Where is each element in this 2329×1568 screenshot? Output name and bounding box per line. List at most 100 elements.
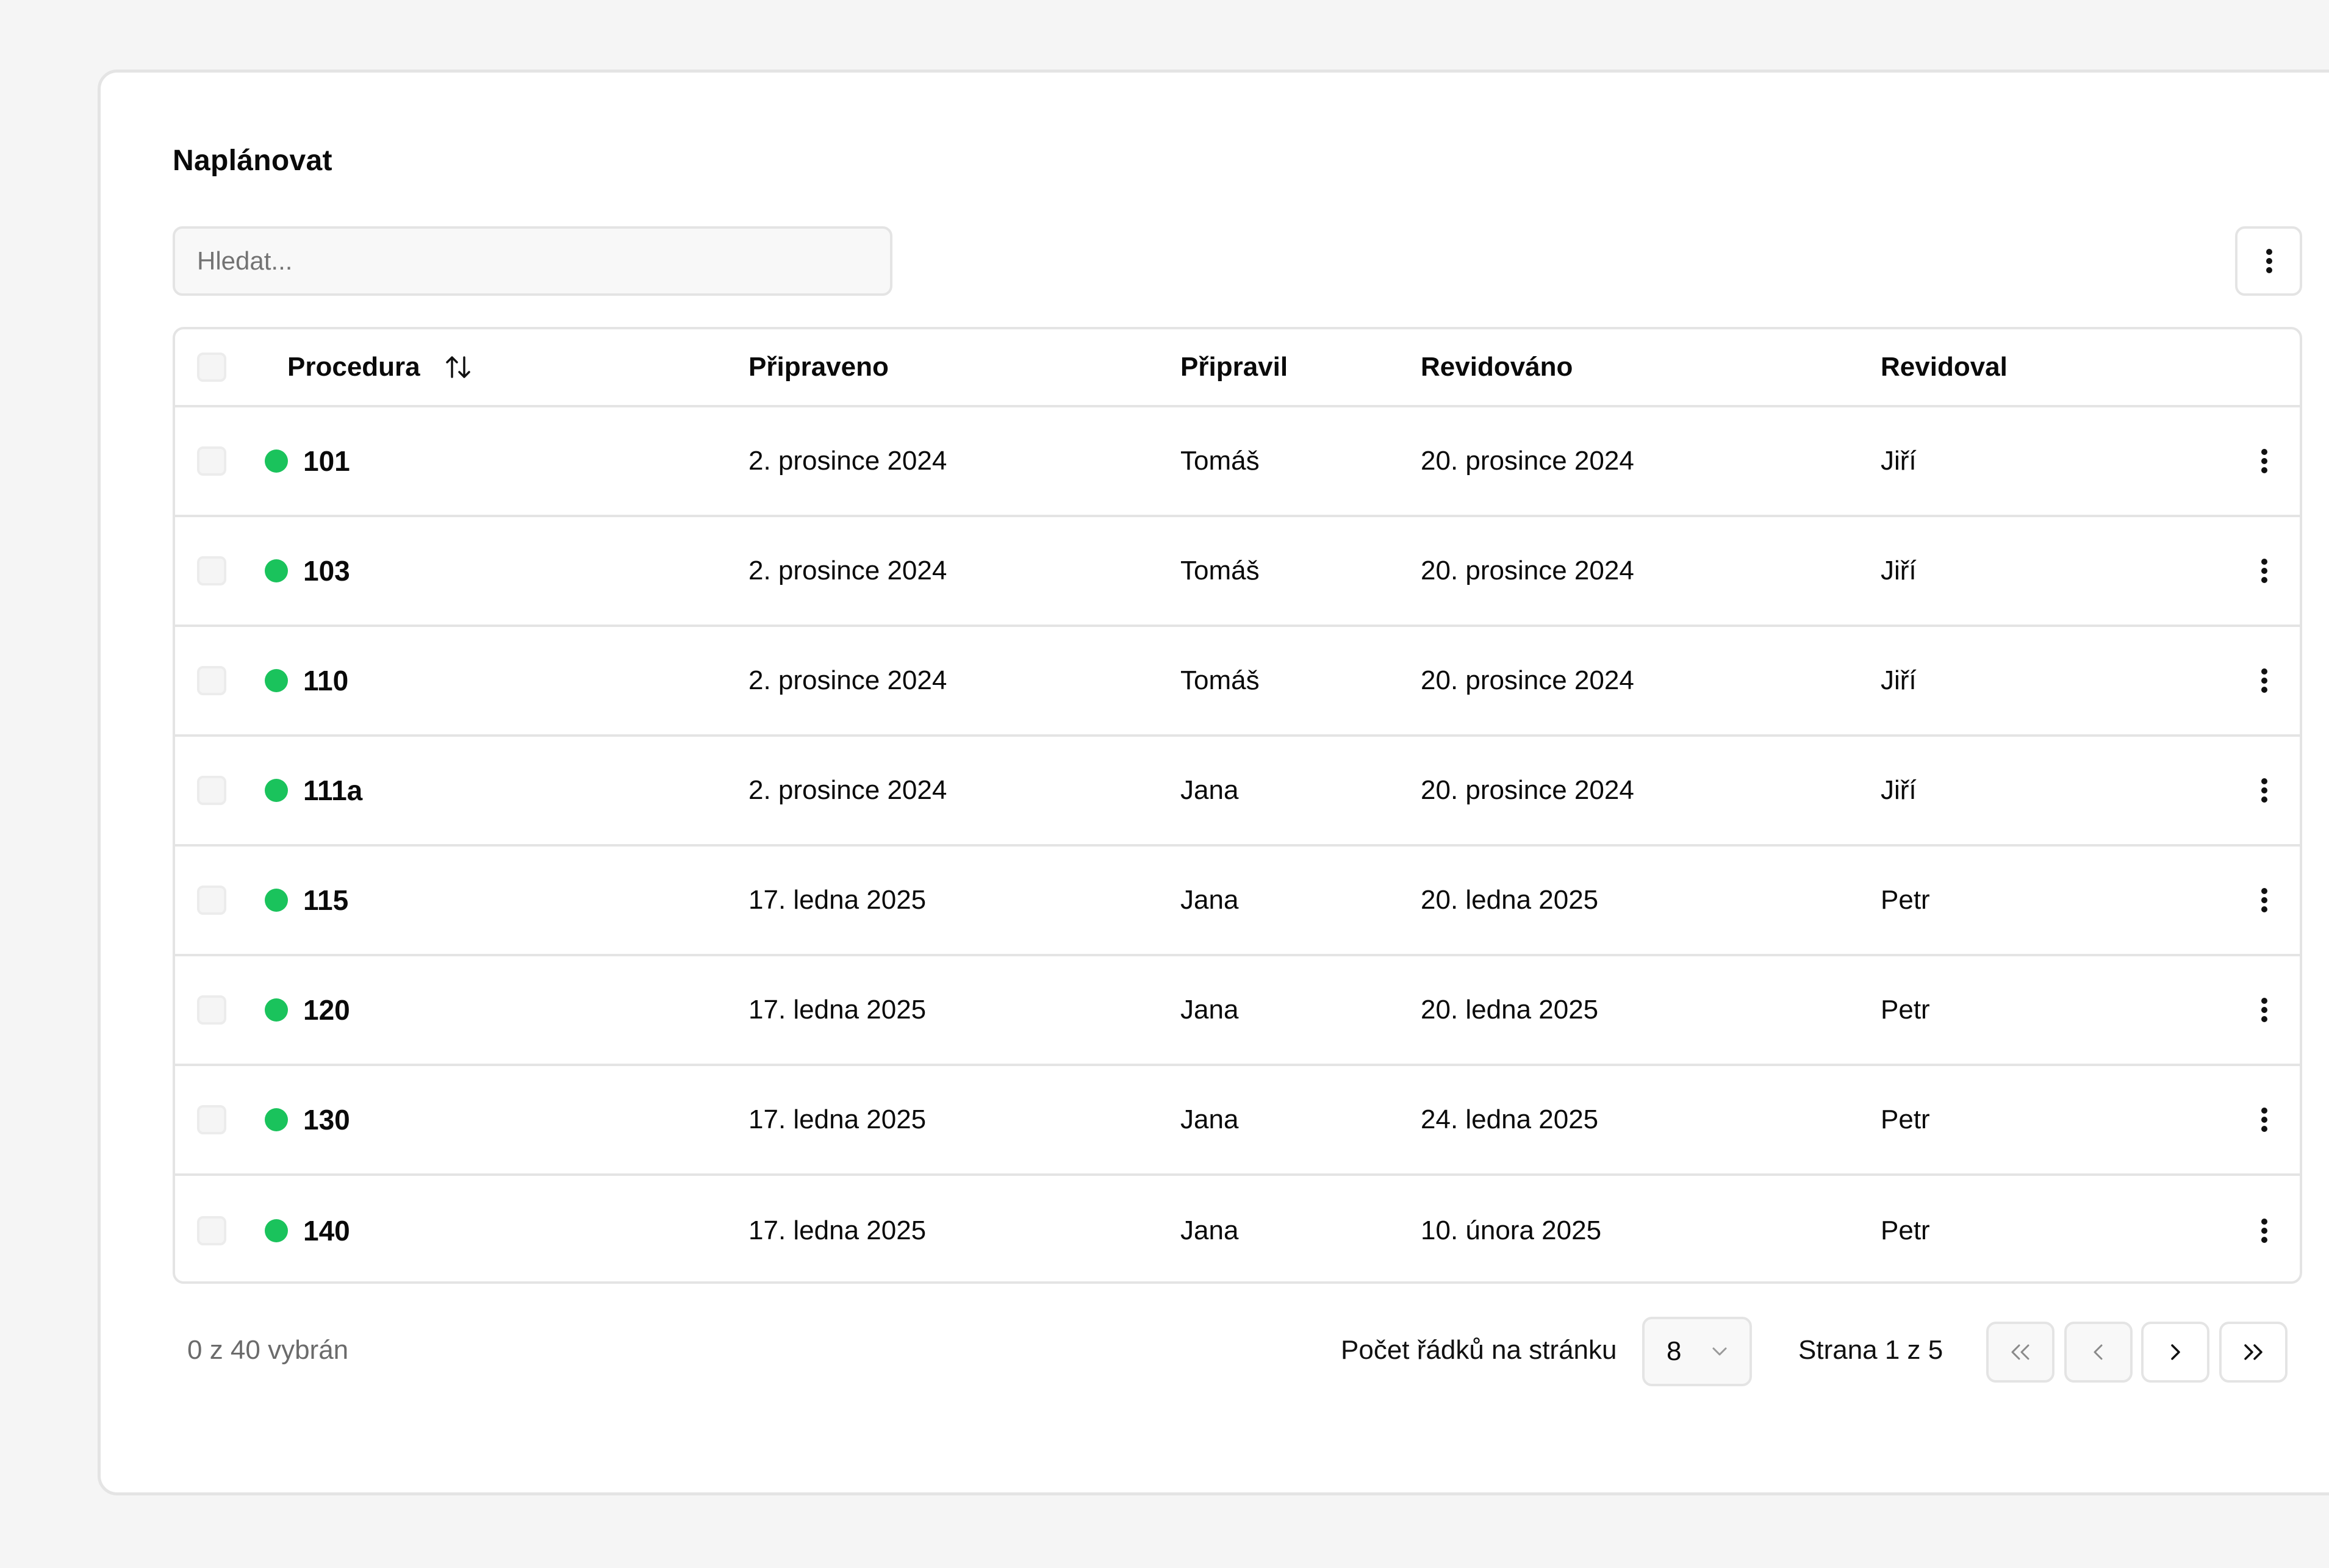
table-row: 115 17. ledna 2025 Jana 20. ledna 2025 P… xyxy=(175,847,2300,956)
prepared-by: Jana xyxy=(1180,995,1239,1025)
procedure-number: 130 xyxy=(303,1104,350,1136)
row-actions-button[interactable] xyxy=(2245,989,2282,1031)
vertical-dots-icon xyxy=(2261,885,2267,915)
row-checkbox[interactable] xyxy=(197,666,226,695)
status-dot-icon xyxy=(265,559,288,582)
double-chevron-left-icon xyxy=(2011,1344,2029,1360)
reviewed-by: Jiří xyxy=(1881,446,1917,476)
prepared-by: Jana xyxy=(1180,1215,1239,1245)
column-header-revidoval: Revidoval xyxy=(1881,352,2008,382)
sort-arrows-icon[interactable] xyxy=(443,353,473,382)
double-chevron-right-icon xyxy=(2244,1344,2263,1360)
row-actions-button[interactable] xyxy=(2245,769,2282,812)
row-actions-button[interactable] xyxy=(2245,1098,2282,1141)
table-row: 103 2. prosince 2024 Tomáš 20. prosince … xyxy=(175,517,2300,627)
row-actions-button[interactable] xyxy=(2245,1209,2282,1252)
first-page-button[interactable] xyxy=(1986,1322,2054,1383)
prepared-date: 2. prosince 2024 xyxy=(748,775,947,805)
status-dot-icon xyxy=(265,1108,288,1131)
status-dot-icon xyxy=(265,449,288,473)
reviewed-by: Petr xyxy=(1881,995,1930,1025)
reviewed-date: 20. prosince 2024 xyxy=(1421,556,1634,585)
reviewed-by: Jiří xyxy=(1881,775,1917,805)
chevron-left-icon xyxy=(2094,1344,2103,1360)
prepared-by: Tomáš xyxy=(1180,556,1260,585)
reviewed-date: 10. února 2025 xyxy=(1421,1215,1602,1245)
procedure-number: 103 xyxy=(303,555,350,587)
rows-per-page-label: Počet řádků na stránku xyxy=(1341,1335,1617,1365)
table-row: 111a 2. prosince 2024 Jana 20. prosince … xyxy=(175,737,2300,847)
table-row: 140 17. ledna 2025 Jana 10. února 2025 P… xyxy=(175,1176,2300,1281)
table-row: 110 2. prosince 2024 Tomáš 20. prosince … xyxy=(175,627,2300,737)
procedure-number: 101 xyxy=(303,445,350,477)
table-row: 101 2. prosince 2024 Tomáš 20. prosince … xyxy=(175,407,2300,517)
column-header-pripravil: Připravil xyxy=(1180,352,1288,382)
prepared-by: Jana xyxy=(1180,885,1239,915)
row-actions-button[interactable] xyxy=(2245,659,2282,702)
row-actions-button[interactable] xyxy=(2245,440,2282,482)
prepared-by: Jana xyxy=(1180,775,1239,805)
chevron-down-icon xyxy=(1712,1347,1727,1356)
column-options-button[interactable] xyxy=(2235,226,2302,296)
chevron-right-icon xyxy=(2171,1344,2180,1360)
reviewed-by: Petr xyxy=(1881,1215,1930,1245)
reviewed-date: 20. prosince 2024 xyxy=(1421,775,1634,805)
prepared-date: 2. prosince 2024 xyxy=(748,556,947,585)
status-dot-icon xyxy=(265,889,288,912)
reviewed-date: 20. ledna 2025 xyxy=(1421,995,1599,1025)
rows-per-page-select[interactable]: 8 xyxy=(1642,1317,1752,1386)
reviewed-by: Petr xyxy=(1881,885,1930,915)
vertical-dots-icon xyxy=(2261,775,2267,806)
status-dot-icon xyxy=(265,1219,288,1242)
row-checkbox[interactable] xyxy=(197,1105,226,1134)
row-actions-button[interactable] xyxy=(2245,879,2282,922)
row-actions-button[interactable] xyxy=(2245,550,2282,592)
next-page-button[interactable] xyxy=(2141,1322,2209,1383)
column-header-pripraveno: Připraveno xyxy=(748,352,889,382)
reviewed-date: 20. prosince 2024 xyxy=(1421,446,1634,476)
vertical-dots-icon xyxy=(2261,665,2267,696)
vertical-dots-icon xyxy=(2261,1215,2267,1246)
reviewed-date: 20. ledna 2025 xyxy=(1421,885,1599,915)
rows-per-page-value: 8 xyxy=(1667,1336,1682,1366)
prepared-date: 2. prosince 2024 xyxy=(748,446,947,476)
last-page-button[interactable] xyxy=(2219,1322,2288,1383)
previous-page-button[interactable] xyxy=(2064,1322,2133,1383)
page-title: Naplánovat xyxy=(173,145,332,177)
reviewed-by: Jiří xyxy=(1881,665,1917,695)
vertical-dots-icon xyxy=(2261,446,2267,476)
column-header-revidovano: Revidováno xyxy=(1421,352,1573,382)
table-row: 120 17. ledna 2025 Jana 20. ledna 2025 P… xyxy=(175,956,2300,1066)
procedure-number: 140 xyxy=(303,1215,350,1247)
prepared-date: 17. ledna 2025 xyxy=(748,1104,927,1134)
page-indicator: Strana 1 z 5 xyxy=(1798,1335,1943,1365)
prepared-date: 2. prosince 2024 xyxy=(748,665,947,695)
prepared-by: Tomáš xyxy=(1180,665,1260,695)
vertical-dots-icon xyxy=(2261,995,2267,1025)
prepared-date: 17. ledna 2025 xyxy=(748,1215,927,1245)
search-input[interactable] xyxy=(173,226,892,296)
vertical-dots-icon xyxy=(2261,1104,2267,1135)
row-checkbox[interactable] xyxy=(197,995,226,1025)
table-row: 130 17. ledna 2025 Jana 24. ledna 2025 P… xyxy=(175,1066,2300,1176)
reviewed-by: Jiří xyxy=(1881,556,1917,585)
vertical-dots-icon xyxy=(2261,556,2267,586)
reviewed-date: 20. prosince 2024 xyxy=(1421,665,1634,695)
row-checkbox[interactable] xyxy=(197,1216,226,1245)
procedure-number: 110 xyxy=(303,665,349,696)
vertical-dots-icon xyxy=(2266,246,2272,276)
table-header-row: Procedura Připraveno Připravil Revidován… xyxy=(175,329,2300,407)
procedure-number: 115 xyxy=(303,884,349,916)
column-header-procedura[interactable]: Procedura xyxy=(287,352,420,382)
prepared-by: Tomáš xyxy=(1180,446,1260,476)
row-checkbox[interactable] xyxy=(197,556,226,585)
row-checkbox[interactable] xyxy=(197,446,226,476)
reviewed-by: Petr xyxy=(1881,1104,1930,1134)
prepared-date: 17. ledna 2025 xyxy=(748,995,927,1025)
select-all-checkbox[interactable] xyxy=(197,353,226,382)
row-checkbox[interactable] xyxy=(197,776,226,805)
status-dot-icon xyxy=(265,998,288,1022)
status-dot-icon xyxy=(265,779,288,802)
procedures-table: Procedura Připraveno Připravil Revidován… xyxy=(173,327,2302,1284)
row-checkbox[interactable] xyxy=(197,886,226,915)
